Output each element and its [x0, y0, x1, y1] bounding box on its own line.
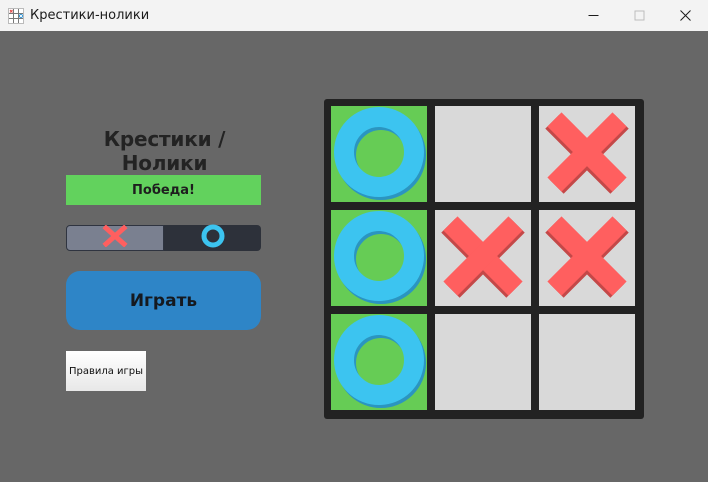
- board-cell-3-2[interactable]: [435, 314, 531, 410]
- minimize-icon: [588, 10, 599, 21]
- cross-mark-icon: [435, 208, 531, 309]
- board-cell-3-3[interactable]: [539, 314, 635, 410]
- cross-mark-icon: [539, 208, 635, 309]
- status-banner: Победа!: [66, 175, 261, 205]
- game-board: [324, 99, 644, 419]
- board-cell-2-1[interactable]: [331, 210, 427, 306]
- board-cell-1-3[interactable]: [539, 106, 635, 202]
- minimize-button[interactable]: [570, 0, 616, 31]
- turn-o-segment: [164, 223, 261, 254]
- board-cell-2-2[interactable]: [435, 210, 531, 306]
- rules-button[interactable]: Правила игры: [66, 351, 146, 391]
- close-icon: [679, 10, 691, 21]
- app-window: Крестики-нолики Крестики / Нолики Победа…: [0, 0, 708, 482]
- turn-x-segment: [66, 223, 164, 252]
- cross-icon: [102, 223, 128, 252]
- title-bar[interactable]: Крестики-нолики: [0, 0, 708, 31]
- board-cell-1-2[interactable]: [435, 106, 531, 202]
- board-cell-1-1[interactable]: [331, 106, 427, 202]
- window-title: Крестики-нолики: [30, 8, 150, 23]
- maximize-button[interactable]: [616, 0, 662, 31]
- close-button[interactable]: [662, 0, 708, 31]
- ring-mark-icon: [331, 208, 427, 309]
- ring-icon: [200, 223, 226, 254]
- window-controls: [570, 0, 708, 31]
- play-button[interactable]: Играть: [66, 271, 261, 330]
- board-cell-3-1[interactable]: [331, 314, 427, 410]
- ring-mark-icon: [331, 312, 427, 413]
- cross-mark-icon: [539, 104, 635, 205]
- tic-tac-toe-icon: [8, 7, 24, 24]
- ring-mark-icon: [331, 104, 427, 205]
- board-cell-2-3[interactable]: [539, 210, 635, 306]
- maximize-icon: [634, 10, 645, 21]
- turn-indicator: [66, 223, 261, 254]
- game-heading: Крестики / Нолики: [103, 127, 226, 175]
